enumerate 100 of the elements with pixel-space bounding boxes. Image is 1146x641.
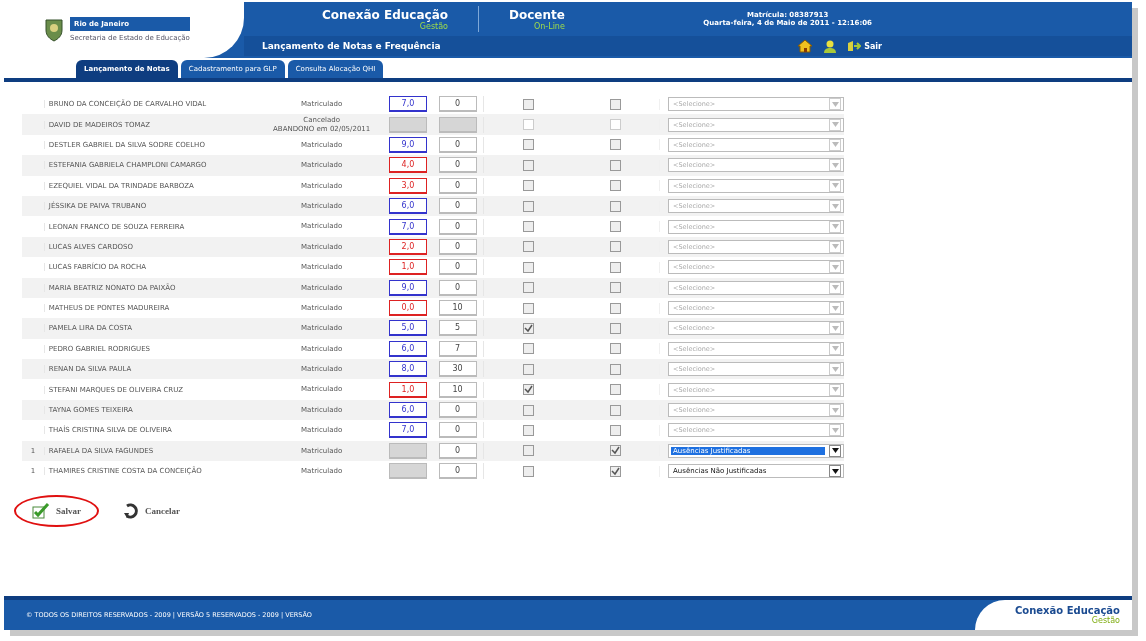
caret-icon bbox=[831, 183, 839, 189]
grade-field[interactable]: 9,0 bbox=[389, 279, 427, 296]
absences-field[interactable]: 0 bbox=[438, 463, 477, 480]
grade-field[interactable]: 6,0 bbox=[389, 340, 427, 357]
caret-icon bbox=[831, 285, 839, 291]
grade-field[interactable]: 1,0 bbox=[389, 259, 427, 276]
grade-field[interactable]: 4,0 bbox=[389, 157, 427, 174]
checkbox[interactable] bbox=[522, 465, 534, 477]
checkbox[interactable] bbox=[609, 139, 621, 151]
grade-field[interactable]: 6,0 bbox=[389, 402, 427, 419]
absences-field[interactable]: 0 bbox=[438, 96, 477, 113]
caret-icon bbox=[831, 427, 839, 433]
absences-field[interactable]: 0 bbox=[438, 402, 477, 419]
absences-field[interactable]: 10 bbox=[438, 300, 477, 317]
profile-subtitle: On-Line bbox=[533, 21, 565, 31]
system-title: Conexão Educação bbox=[322, 7, 448, 22]
checkbox[interactable] bbox=[609, 282, 621, 294]
grade-field[interactable]: 1,0 bbox=[389, 381, 427, 398]
home-icon[interactable] bbox=[797, 39, 814, 53]
logout-button[interactable]: Sair bbox=[847, 40, 882, 52]
undo-arrow-icon bbox=[123, 503, 139, 520]
absences-field[interactable]: 0 bbox=[438, 279, 477, 296]
absences-field[interactable]: 0 bbox=[438, 136, 477, 153]
checkbox[interactable] bbox=[609, 302, 621, 314]
checkbox[interactable] bbox=[522, 200, 534, 212]
grade-field[interactable]: 6,0 bbox=[389, 198, 427, 215]
absences-field[interactable]: 0 bbox=[438, 177, 477, 194]
action-button[interactable]: Cancelar bbox=[115, 495, 188, 528]
grade-field[interactable]: 8,0 bbox=[389, 361, 427, 378]
profile-title: Docente bbox=[509, 7, 565, 22]
checkbox[interactable] bbox=[522, 445, 534, 457]
grade-field[interactable]: 7,0 bbox=[389, 218, 427, 235]
checkbox[interactable] bbox=[522, 323, 534, 334]
person-icon[interactable] bbox=[823, 39, 838, 53]
checkbox[interactable] bbox=[522, 159, 534, 171]
checkbox[interactable] bbox=[609, 180, 621, 192]
checkbox[interactable] bbox=[522, 343, 534, 355]
checkbox[interactable] bbox=[609, 200, 621, 212]
grade-field[interactable] bbox=[389, 116, 427, 133]
checkbox[interactable] bbox=[522, 384, 534, 396]
grade-field[interactable]: 7,0 bbox=[389, 422, 427, 439]
checkbox[interactable] bbox=[522, 98, 534, 110]
absences-field[interactable]: 10 bbox=[438, 381, 477, 398]
checkbox[interactable] bbox=[522, 221, 534, 233]
checkbox[interactable] bbox=[522, 241, 534, 253]
checkbox[interactable] bbox=[522, 302, 534, 314]
caret-icon bbox=[831, 346, 839, 352]
checkbox[interactable] bbox=[522, 282, 534, 294]
absences-field[interactable]: 5 bbox=[438, 320, 477, 337]
absences-field[interactable]: 0 bbox=[438, 157, 477, 174]
checkbox[interactable] bbox=[609, 323, 621, 334]
checkbox[interactable] bbox=[522, 424, 534, 436]
caret-icon bbox=[831, 244, 839, 250]
grade-field[interactable]: 0,0 bbox=[389, 300, 427, 317]
checkbox[interactable] bbox=[609, 343, 621, 355]
absences-field[interactable]: 0 bbox=[438, 259, 477, 276]
checkbox[interactable] bbox=[609, 159, 621, 171]
caret-icon bbox=[831, 387, 839, 393]
caret-icon bbox=[831, 122, 839, 128]
checkbox[interactable] bbox=[609, 384, 621, 396]
caret-icon bbox=[831, 448, 839, 454]
absences-field[interactable]: 0 bbox=[438, 198, 477, 215]
checkbox[interactable] bbox=[609, 445, 621, 457]
grade-field[interactable]: 3,0 bbox=[389, 177, 427, 194]
checkbox[interactable] bbox=[522, 139, 534, 151]
caret-icon bbox=[831, 366, 839, 372]
checkbox[interactable] bbox=[609, 261, 621, 273]
grade-field[interactable]: 2,0 bbox=[389, 238, 427, 255]
absences-field[interactable]: 30 bbox=[438, 361, 477, 378]
crest-icon bbox=[44, 18, 64, 42]
caret-icon bbox=[831, 101, 839, 107]
checkbox[interactable] bbox=[609, 465, 621, 477]
grade-field[interactable] bbox=[389, 463, 427, 480]
absences-field[interactable]: 0 bbox=[438, 442, 477, 459]
checkbox[interactable] bbox=[522, 261, 534, 273]
checkbox[interactable] bbox=[609, 424, 621, 436]
absences-field[interactable]: 0 bbox=[438, 218, 477, 235]
absences-field[interactable]: 0 bbox=[438, 238, 477, 255]
caret-icon bbox=[831, 162, 839, 168]
checkbox[interactable] bbox=[609, 404, 621, 416]
checkbox[interactable] bbox=[609, 221, 621, 233]
checkbox[interactable] bbox=[609, 363, 621, 375]
grade-field[interactable]: 7,0 bbox=[389, 96, 427, 113]
checkbox[interactable] bbox=[522, 404, 534, 416]
checkbox[interactable] bbox=[609, 241, 621, 253]
absences-field[interactable]: 0 bbox=[438, 422, 477, 439]
caret-icon bbox=[831, 264, 839, 270]
checkbox[interactable] bbox=[609, 98, 621, 110]
action-button[interactable]: Salvar bbox=[14, 495, 99, 528]
grade-field[interactable] bbox=[389, 442, 427, 459]
caret-icon bbox=[831, 203, 839, 209]
checkmark-icon bbox=[32, 503, 50, 520]
system-subtitle: Gestão bbox=[419, 21, 448, 31]
checkbox[interactable] bbox=[522, 180, 534, 192]
grade-field[interactable]: 9,0 bbox=[389, 136, 427, 153]
grade-field[interactable]: 5,0 bbox=[389, 320, 427, 337]
absences-field[interactable]: 7 bbox=[438, 340, 477, 357]
page-title: Lançamento de Notas e Frequência bbox=[262, 41, 441, 51]
caret-icon bbox=[831, 224, 839, 230]
checkbox[interactable] bbox=[522, 363, 534, 375]
